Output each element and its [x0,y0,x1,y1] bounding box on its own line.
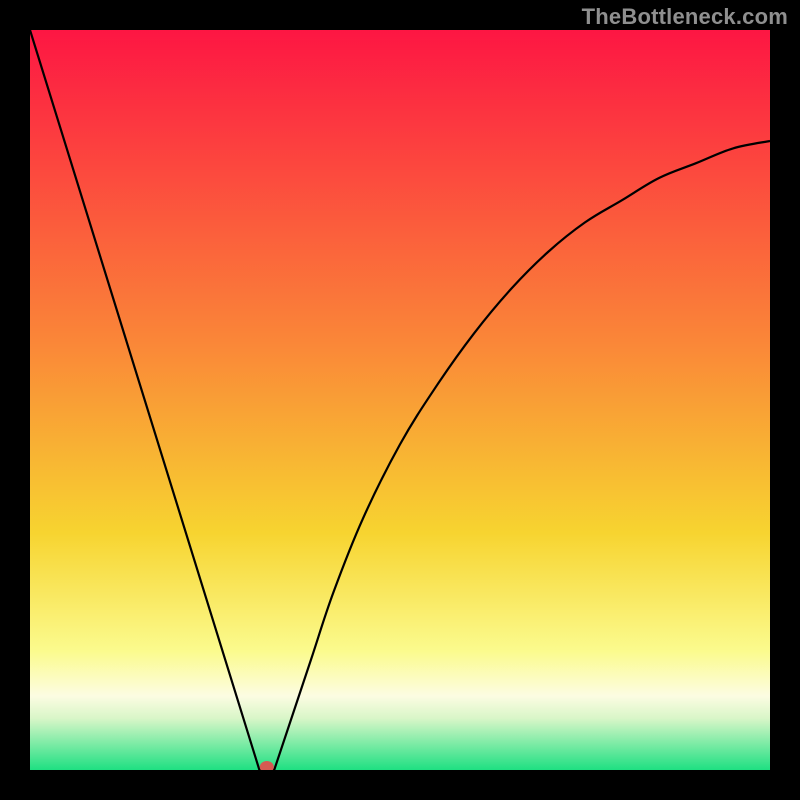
plot-area [30,30,770,770]
watermark-text: TheBottleneck.com [582,4,788,30]
chart-frame: TheBottleneck.com [0,0,800,800]
gradient-background [30,30,770,770]
